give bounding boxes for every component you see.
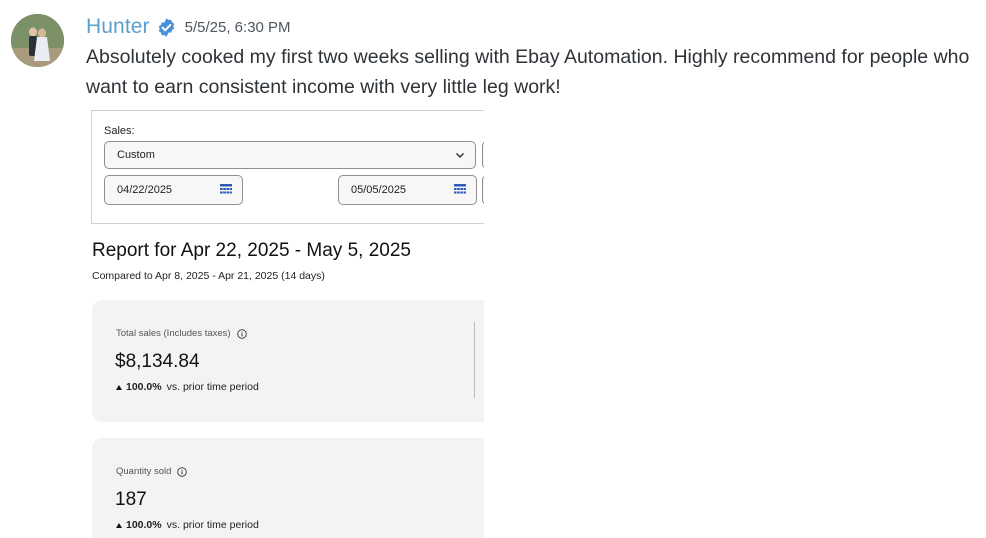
username[interactable]: Hunter [86,15,150,39]
card-divider [474,322,475,398]
message-text: Absolutely cooked my first two weeks sel… [86,46,970,98]
metric-label-text: Total sales (Includes taxes) [116,328,231,339]
chevron-down-icon [456,153,464,158]
metric-value: $8,134.84 [115,351,200,372]
metric-change: 100.0% vs. prior time period [116,519,259,531]
end-date-field[interactable]: 05/05/2025 [338,175,477,205]
metric-card-total-sales: Total sales (Includes taxes) $8,134.84 1… [92,300,484,422]
metric-change: 100.0% vs. prior time period [116,381,259,393]
metric-change-text: vs. prior time period [166,381,259,393]
avatar-photo [11,14,64,67]
cropped-select [482,141,484,169]
image-attachment[interactable]: Sales: Custom 04/22/2025 05/05/2025 Repo… [86,108,484,538]
timestamp: 5/5/25, 6:30 PM [184,18,291,36]
calendar-icon[interactable] [454,184,466,195]
end-date-value: 05/05/2025 [351,184,407,196]
metric-label: Total sales (Includes taxes) [116,328,247,339]
period-select-value: Custom [117,149,155,161]
metric-label-text: Quantity sold [116,466,172,477]
start-date-value: 04/22/2025 [117,184,173,196]
up-arrow-icon [116,522,122,528]
metric-change-percent: 100.0% [126,519,162,531]
start-date-field[interactable]: 04/22/2025 [104,175,243,205]
metric-change-text: vs. prior time period [166,519,259,531]
info-icon[interactable] [177,466,188,477]
message-header: Hunter 5/5/25, 6:30 PM [86,13,291,41]
cropped-field [482,175,484,205]
avatar[interactable] [11,14,64,67]
metric-card-quantity-sold: Quantity sold 187 100.0% vs. prior time … [92,438,484,538]
metric-change-percent: 100.0% [126,381,162,393]
period-select[interactable]: Custom [104,141,476,169]
sales-label: Sales: [104,125,135,137]
calendar-icon[interactable] [220,184,232,195]
info-icon[interactable] [236,328,247,339]
report-title: Report for Apr 22, 2025 - May 5, 2025 [92,240,411,261]
metric-value: 187 [115,489,147,510]
metric-label: Quantity sold [116,466,188,477]
chat-message: Hunter 5/5/25, 6:30 PM Absolutely cooked… [0,0,986,538]
sales-filter-panel: Sales: Custom 04/22/2025 05/05/2025 [91,110,484,224]
report-comparison: Compared to Apr 8, 2025 - Apr 21, 2025 (… [92,270,325,282]
up-arrow-icon [116,384,122,390]
verified-badge-icon [158,17,174,37]
